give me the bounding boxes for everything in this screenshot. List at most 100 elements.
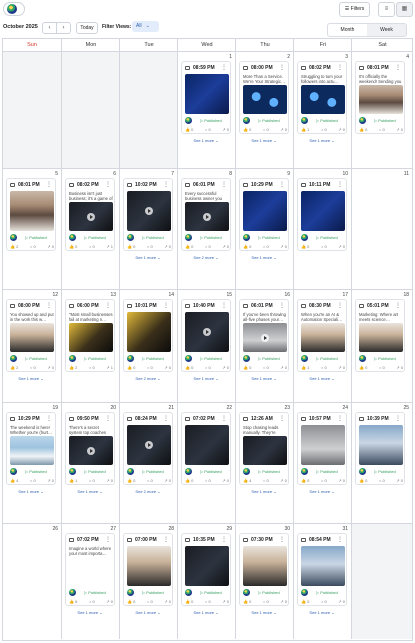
see-more-link[interactable]: See 1 more ⌄ — [65, 610, 115, 615]
post-card[interactable]: 08:02 PM ⋮ Struggling to turn your followe… — [297, 61, 347, 134]
day-cell[interactable]: 29 10:35 PM ⋮ ▷ Published 👍 0 ○ 0 ↗ 0 See 1 mor… — [177, 523, 235, 639]
more-options-icon[interactable]: ⋮ — [337, 415, 343, 423]
see-more-link[interactable]: See 1 more ⌄ — [181, 138, 231, 143]
more-options-icon[interactable]: ⋮ — [279, 415, 285, 423]
post-card[interactable]: 08:24 PM ⋮ ▷ Published 👍 0 ○ 0 ↗ 0 — [123, 412, 173, 485]
next-month-button[interactable]: › — [57, 23, 70, 33]
post-card[interactable]: 08:01 PM ⋮ It's officially the weekend! Se… — [355, 61, 405, 134]
more-options-icon[interactable]: ⋮ — [221, 181, 227, 189]
day-cell[interactable]: 25 10:39 PM ⋮ ▷ Published 👍 0 ○ 0 ↗ 0 — [351, 402, 412, 523]
day-cell[interactable]: 16 06:01 PM ⋮ If you've been throwing all-f… — [235, 289, 293, 402]
post-card[interactable]: 06:01 PM ⋮ Every successful business owner… — [181, 178, 231, 251]
post-card[interactable]: 07:02 PM ⋮ Imagine a world where your most… — [65, 533, 115, 606]
more-options-icon[interactable]: ⋮ — [395, 415, 401, 423]
see-more-link[interactable]: See 1 more ⌄ — [181, 376, 231, 381]
see-more-link[interactable]: See 2 more ⌄ — [123, 376, 173, 381]
day-cell[interactable]: 22 07:02 PM ⋮ ▷ Published 👍 0 ○ 0 ↗ 0 — [177, 402, 235, 523]
day-cell[interactable]: 7 10:02 PM ⋮ ▷ Published 👍 0 ○ 0 ↗ 0 See 1 more… — [119, 168, 177, 289]
day-cell[interactable]: 15 10:40 PM ⋮ ▷ Published 👍 0 ○ 0 ↗ 0 See 1 mor… — [177, 289, 235, 402]
today-button[interactable]: Today — [76, 22, 98, 34]
post-card[interactable]: 06:01 PM ⋮ If you've been throwing all-fiv… — [239, 299, 289, 372]
see-more-link[interactable]: See 1 more ⌄ — [65, 489, 115, 494]
day-cell[interactable]: 24 10:57 PM ⋮ ▷ Published 👍 0 ○ 0 ↗ 0 See 1 mor… — [293, 402, 351, 523]
see-more-link[interactable]: See 1 more ⌄ — [297, 376, 347, 381]
prev-month-button[interactable]: ‹ — [43, 23, 57, 33]
more-options-icon[interactable]: ⋮ — [279, 64, 285, 72]
day-cell[interactable]: 18 05:01 PM ⋮ Marketing: Where art meets sc… — [351, 289, 412, 402]
filter-views-select[interactable]: All ⌄ — [132, 21, 159, 32]
week-view-tab[interactable]: Week — [367, 24, 406, 36]
more-options-icon[interactable]: ⋮ — [105, 181, 111, 189]
see-more-link[interactable]: See 1 more ⌄ — [6, 376, 56, 381]
post-card[interactable]: 08:01 PM ⋮ ▷ Published 👍 2 ○ 0 ↗ 0 — [6, 178, 56, 251]
see-more-link[interactable]: See 1 more ⌄ — [181, 610, 231, 615]
see-more-link[interactable]: See 1 more ⌄ — [297, 610, 347, 615]
see-more-link[interactable]: See 2 more ⌄ — [123, 489, 173, 494]
day-cell[interactable]: 11 — [351, 168, 412, 289]
day-cell[interactable]: 2 08:00 PM ⋮ More Than a Service. We're You… — [235, 51, 293, 168]
more-options-icon[interactable]: ⋮ — [46, 415, 52, 423]
post-card[interactable]: 08:54 PM ⋮ ▷ Published 👍 0 ○ 0 ↗ 0 — [297, 533, 347, 606]
more-options-icon[interactable]: ⋮ — [221, 415, 227, 423]
day-cell[interactable]: 14 10:01 PM ⋮ ▷ Published 👍 0 ○ 0 ↗ 0 See 2 mor… — [119, 289, 177, 402]
day-cell[interactable]: 13 06:00 PM ⋮ "Most small businesses fail a… — [61, 289, 119, 402]
post-card[interactable]: 10:57 PM ⋮ ▷ Published 👍 0 ○ 0 ↗ 0 — [297, 412, 347, 485]
more-options-icon[interactable]: ⋮ — [337, 181, 343, 189]
more-options-icon[interactable]: ⋮ — [221, 64, 227, 72]
more-options-icon[interactable]: ⋮ — [279, 536, 285, 544]
post-card[interactable]: 08:30 PM ⋮ When you're an AI & Automation … — [297, 299, 347, 372]
day-cell[interactable]: 26 — [3, 523, 61, 639]
post-card[interactable]: 07:00 PM ⋮ ▷ Published 👍 0 ○ 0 ↗ 0 — [123, 533, 173, 606]
post-card[interactable]: 07:30 PM ⋮ ▷ Published 👍 0 ○ 0 ↗ 0 — [239, 533, 289, 606]
day-cell[interactable]: 28 07:00 PM ⋮ ▷ Published 👍 0 ○ 0 ↗ 0 See 1 mor… — [119, 523, 177, 639]
post-card[interactable]: 10:35 PM ⋮ ▷ Published 👍 0 ○ 0 ↗ 0 — [181, 533, 231, 606]
day-cell[interactable]: 19 10:29 PM ⋮ The weekend is here! Whether … — [3, 402, 61, 523]
post-card[interactable]: 12:26 AM ⋮ Stop chasing leads manually. Th… — [239, 412, 289, 485]
day-cell[interactable]: 10 10:11 PM ⋮ ▷ Published 👍 0 ○ 0 ↗ 0 — [293, 168, 351, 289]
day-cell[interactable]: 5 08:01 PM ⋮ ▷ Published 👍 2 ○ 0 ↗ 0 — [3, 168, 61, 289]
post-card[interactable]: 10:02 PM ⋮ ▷ Published 👍 0 ○ 0 ↗ 0 — [123, 178, 173, 251]
see-more-link[interactable]: See 2 more ⌄ — [181, 255, 231, 260]
see-more-link[interactable]: See 1 more ⌄ — [239, 610, 289, 615]
post-card[interactable]: 08:00 PM ⋮ More Than a Service. We're Your… — [239, 61, 289, 134]
more-options-icon[interactable]: ⋮ — [395, 302, 401, 310]
day-cell[interactable]: 4 08:01 PM ⋮ It's officially the weekend! S… — [351, 51, 412, 168]
more-options-icon[interactable]: ⋮ — [105, 415, 111, 423]
post-card[interactable]: 09:50 PM ⋮ There's a secret system top coa… — [65, 412, 115, 485]
more-options-icon[interactable]: ⋮ — [105, 302, 111, 310]
more-options-icon[interactable]: ⋮ — [221, 302, 227, 310]
post-card[interactable]: 05:01 PM ⋮ Marketing: Where art meets scie… — [355, 299, 405, 372]
day-cell[interactable]: 8 06:01 PM ⋮ Every successful business owne… — [177, 168, 235, 289]
day-cell[interactable]: 3 08:02 PM ⋮ Struggling to turn your follow… — [293, 51, 351, 168]
more-options-icon[interactable]: ⋮ — [337, 536, 343, 544]
more-options-icon[interactable]: ⋮ — [279, 181, 285, 189]
day-cell[interactable]: 30 07:30 PM ⋮ ▷ Published 👍 0 ○ 0 ↗ 0 See 1 mor… — [235, 523, 293, 639]
more-options-icon[interactable]: ⋮ — [46, 181, 52, 189]
post-card[interactable]: 06:00 PM ⋮ "Most small businesses fail at … — [65, 299, 115, 372]
day-cell[interactable]: 17 08:30 PM ⋮ When you're an AI & Automatio… — [293, 289, 351, 402]
see-more-link[interactable]: See 1 more ⌄ — [6, 489, 56, 494]
see-more-link[interactable]: See 1 more ⌄ — [297, 489, 347, 494]
see-more-link[interactable]: See 1 more ⌄ — [239, 138, 289, 143]
post-card[interactable]: 08:00 PM ⋮ You showed up and put in the wo… — [6, 299, 56, 372]
see-more-link[interactable]: See 1 more ⌄ — [239, 376, 289, 381]
post-card[interactable]: 10:29 PM ⋮ The weekend is here! Whether yo… — [6, 412, 56, 485]
see-more-link[interactable]: See 1 more ⌄ — [123, 255, 173, 260]
post-card[interactable]: 10:11 PM ⋮ ▷ Published 👍 0 ○ 0 ↗ 0 — [297, 178, 347, 251]
day-cell[interactable]: 9 10:29 PM ⋮ ▷ Published 👍 0 ○ 0 ↗ 0 See 1 more… — [235, 168, 293, 289]
day-cell[interactable]: 6 08:02 PM ⋮ Business isn't just business; … — [61, 168, 119, 289]
more-options-icon[interactable]: ⋮ — [163, 415, 169, 423]
more-options-icon[interactable]: ⋮ — [221, 536, 227, 544]
day-cell[interactable]: 20 09:50 PM ⋮ There's a secret system top c… — [61, 402, 119, 523]
post-card[interactable]: 10:29 PM ⋮ ▷ Published 👍 0 ○ 0 ↗ 0 — [239, 178, 289, 251]
more-options-icon[interactable]: ⋮ — [163, 536, 169, 544]
account-switcher-button[interactable] — [3, 2, 25, 16]
day-cell[interactable]: 12 08:00 PM ⋮ You showed up and put in the … — [3, 289, 61, 402]
post-card[interactable]: 10:40 PM ⋮ ▷ Published 👍 0 ○ 0 ↗ 0 — [181, 299, 231, 372]
see-more-link[interactable]: See 1 more ⌄ — [297, 138, 347, 143]
month-view-tab[interactable]: Month — [328, 24, 367, 36]
more-options-icon[interactable]: ⋮ — [46, 302, 52, 310]
day-cell[interactable]: 21 08:24 PM ⋮ ▷ Published 👍 0 ○ 0 ↗ 0 See 2 mor… — [119, 402, 177, 523]
see-more-link[interactable]: See 1 more ⌄ — [239, 489, 289, 494]
more-options-icon[interactable]: ⋮ — [337, 64, 343, 72]
